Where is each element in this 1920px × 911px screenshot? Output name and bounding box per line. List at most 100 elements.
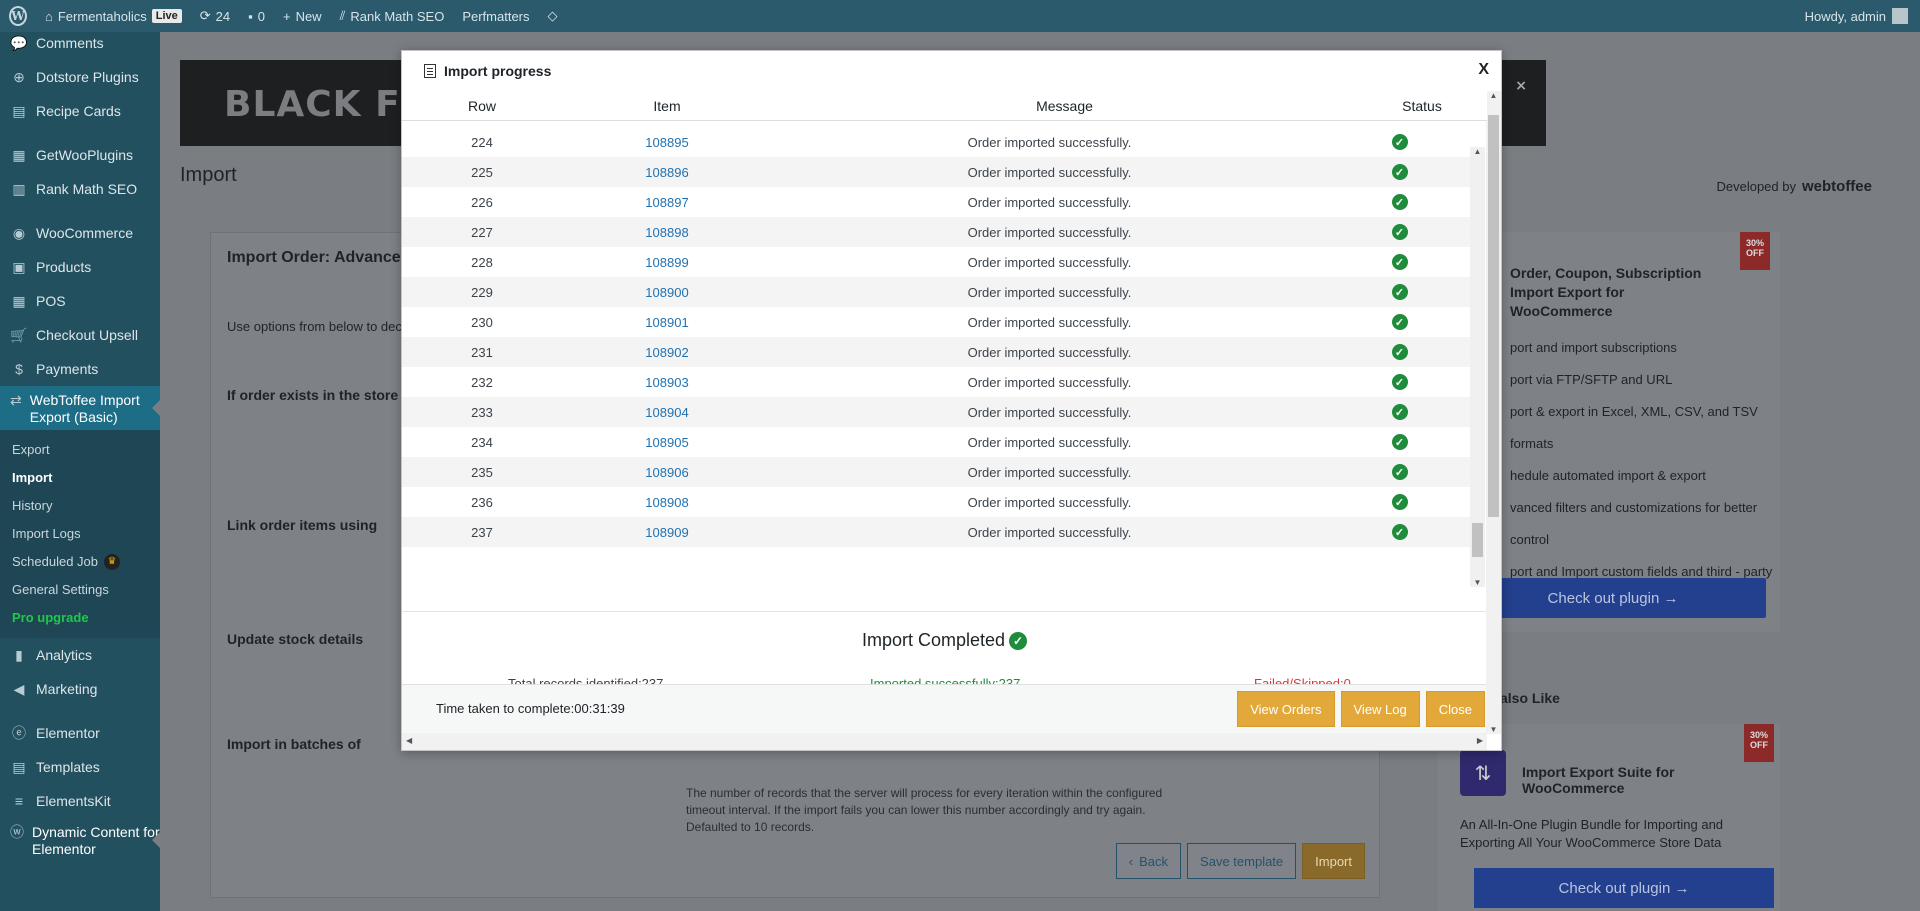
success-check-icon: ✓	[1391, 284, 1408, 300]
rankmath-link[interactable]: ⫽ Rank Math SEO	[331, 0, 454, 32]
products-icon: ▣	[12, 258, 26, 275]
item-link[interactable]: 108909	[562, 525, 772, 540]
scroll-down-arrow-icon[interactable]: ▼	[1486, 725, 1501, 734]
view-log-button[interactable]: View Log	[1340, 691, 1420, 727]
sidebar-item-marketing[interactable]: ◀ Marketing	[0, 672, 160, 706]
sidebar-item-elementskit[interactable]: ≡ ElementsKit	[0, 784, 160, 818]
sidebar-item-pos[interactable]: ▦ POS	[0, 284, 160, 318]
sidebar-item-elementor[interactable]: ⓔ Elementor	[0, 716, 160, 750]
item-link[interactable]: 108906	[562, 465, 772, 480]
item-link[interactable]: 108908	[562, 495, 772, 510]
scroll-down-arrow-icon[interactable]: ▼	[1470, 578, 1485, 587]
sidebar-item-woocommerce[interactable]: ◉ WooCommerce	[0, 216, 160, 250]
updates-link[interactable]: ⟳ 24	[191, 0, 239, 32]
import-export-icon: ⇄	[10, 392, 22, 408]
import-completed-heading: Import Completed ✓	[402, 630, 1487, 651]
webtoffee-submenu: Export Import History Import Logs Schedu…	[0, 430, 160, 638]
table-scrollbar[interactable]: ▲ ▼	[1470, 147, 1485, 587]
sidebar-item-templates[interactable]: ▤ Templates	[0, 750, 160, 784]
table-row: 225 108896 Order imported successfully. ✓	[402, 157, 1472, 187]
view-orders-button[interactable]: View Orders	[1237, 691, 1335, 727]
submenu-import-logs[interactable]: Import Logs	[0, 520, 160, 548]
check-out-plugin-button[interactable]: Check out plugin →	[1460, 578, 1766, 618]
diamond-icon[interactable]: ◇	[539, 0, 567, 32]
table-row: 227 108898 Order imported successfully. ✓	[402, 217, 1472, 247]
success-check-icon: ✓	[1391, 254, 1408, 270]
success-check-icon: ✓	[1391, 194, 1408, 210]
scroll-up-arrow-icon[interactable]: ▲	[1486, 91, 1501, 100]
item-link[interactable]: 108901	[562, 315, 772, 330]
column-row: Row	[467, 97, 496, 114]
sidebar-item-dynamic-content[interactable]: ⓦ Dynamic Content for Elementor	[0, 818, 160, 862]
horizontal-scrollbar[interactable]: ◀ ▶	[402, 733, 1487, 750]
avatar	[1892, 8, 1908, 24]
column-item: Item	[653, 97, 681, 114]
sidebar-item-webtoffee[interactable]: ⇄ WebToffee Import Export (Basic)	[0, 386, 160, 430]
submenu-general-settings[interactable]: General Settings	[0, 576, 160, 604]
item-link[interactable]: 108904	[562, 405, 772, 420]
elementskit-icon: ≡	[14, 793, 24, 809]
item-link[interactable]: 108903	[562, 375, 772, 390]
scroll-up-arrow-icon[interactable]: ▲	[1470, 147, 1485, 156]
table-row: 226 108897 Order imported successfully. ✓	[402, 187, 1472, 217]
sidebar-item-recipe-cards[interactable]: ▤ Recipe Cards	[0, 94, 160, 128]
save-template-button[interactable]: Save template	[1187, 843, 1297, 879]
sidebar-item-payments[interactable]: $ Payments	[0, 352, 160, 386]
sidebar-item-products[interactable]: ▣ Products	[0, 250, 160, 284]
rankmath-icon: ▥	[12, 180, 26, 197]
comments-link[interactable]: ▪ 0	[239, 0, 274, 32]
table-row: 234 108905 Order imported successfully. ✓	[402, 427, 1472, 457]
batch-help-text: The number of records that the server wi…	[686, 786, 1163, 834]
success-check-icon: ✓	[1391, 524, 1408, 540]
close-button[interactable]: Close	[1425, 691, 1485, 727]
comment-icon: ▪	[248, 8, 253, 24]
item-link[interactable]: 108899	[562, 255, 772, 270]
comment-icon: 💬	[10, 34, 28, 51]
table-row: 230 108901 Order imported successfully. ✓	[402, 307, 1472, 337]
sidebar-item-rankmath[interactable]: ▥ Rank Math SEO	[0, 172, 160, 206]
success-check-icon: ✓	[1391, 344, 1408, 360]
sidebar-item-dotstore[interactable]: ⊕ Dotstore Plugins	[0, 60, 160, 94]
item-link[interactable]: 108898	[562, 225, 772, 240]
submenu-import[interactable]: Import	[0, 464, 160, 492]
suite-description: An All-In-One Plugin Bundle for Importin…	[1460, 817, 1724, 850]
sidebar-item-getwooplugins[interactable]: ▦ GetWooPlugins	[0, 138, 160, 172]
import-button[interactable]: Import	[1302, 843, 1365, 879]
new-content-link[interactable]: + New	[274, 0, 331, 32]
table-scrollbar-thumb[interactable]	[1472, 523, 1483, 557]
modal-scrollbar-thumb[interactable]	[1488, 115, 1499, 517]
wordpress-logo-icon[interactable]: W	[0, 0, 36, 32]
modal-close-button[interactable]: X	[1478, 61, 1489, 79]
megaphone-icon: ◀	[13, 680, 25, 697]
close-icon[interactable]: ×	[1515, 78, 1528, 94]
item-link[interactable]: 108895	[562, 135, 772, 150]
sidebar-item-analytics[interactable]: ▮ Analytics	[0, 638, 160, 672]
back-button[interactable]: ‹ Back	[1115, 843, 1182, 879]
templates-icon: ▤	[12, 758, 26, 775]
scroll-right-arrow-icon[interactable]: ▶	[1477, 736, 1483, 745]
upsell-title: Order, Coupon, Subscription Import Expor…	[1510, 265, 1702, 319]
refresh-icon: ⟳	[199, 8, 211, 23]
option-update-stock: Update stock details	[227, 631, 364, 647]
my-account-link[interactable]: Howdy, admin	[1805, 8, 1920, 24]
modal-scrollbar[interactable]: ▲ ▼	[1486, 91, 1501, 734]
success-check-icon: ✓	[1391, 164, 1408, 180]
perfmatters-link[interactable]: Perfmatters	[453, 0, 538, 32]
table-row: 224 108895 Order imported successfully. ✓	[402, 127, 1472, 157]
submenu-export[interactable]: Export	[0, 436, 160, 464]
table-row: 236 108908 Order imported successfully. ✓	[402, 487, 1472, 517]
suite-check-out-button[interactable]: Check out plugin →	[1474, 868, 1774, 908]
scroll-left-arrow-icon[interactable]: ◀	[406, 736, 412, 745]
item-link[interactable]: 108897	[562, 195, 772, 210]
sidebar-item-checkout-upsell[interactable]: 🛒 Checkout Upsell	[0, 318, 160, 352]
item-link[interactable]: 108896	[562, 165, 772, 180]
site-name-link[interactable]: ⌂ Fermentaholics Live	[36, 0, 191, 32]
item-link[interactable]: 108905	[562, 435, 772, 450]
item-link[interactable]: 108900	[562, 285, 772, 300]
sale-badge: 30% OFF	[1740, 232, 1770, 270]
submenu-history[interactable]: History	[0, 492, 160, 520]
item-link[interactable]: 108902	[562, 345, 772, 360]
submenu-pro-upgrade[interactable]: Pro upgrade	[0, 604, 160, 632]
column-message: Message	[1036, 97, 1093, 114]
submenu-scheduled-job[interactable]: Scheduled Job ♛	[0, 548, 160, 576]
